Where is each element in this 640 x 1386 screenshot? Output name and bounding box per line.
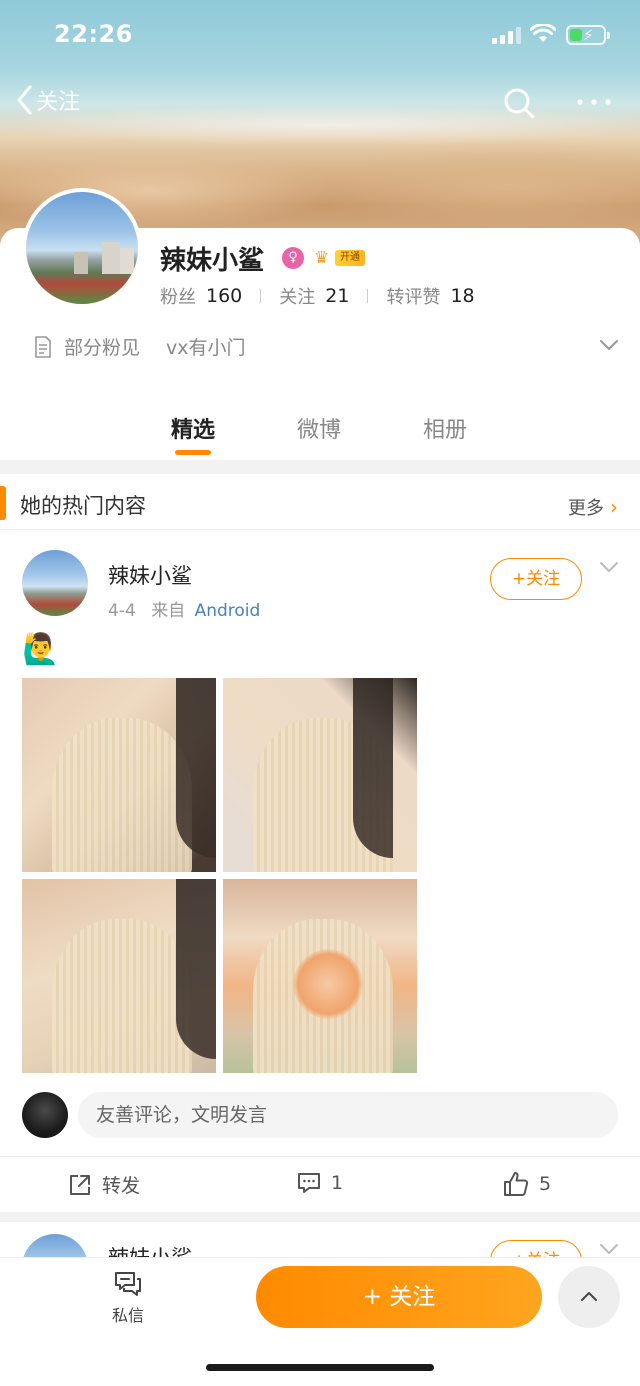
battery-icon: ⚡ bbox=[566, 25, 610, 45]
post-source-prefix: 来自 bbox=[151, 601, 186, 621]
profile-name: 辣妹小鲨 bbox=[160, 246, 265, 276]
stat-following-value[interactable]: 21 bbox=[325, 285, 349, 307]
comment-icon bbox=[298, 1173, 320, 1193]
tab-weibo[interactable]: 微博 bbox=[297, 412, 341, 444]
chevron-right-icon: › bbox=[610, 495, 618, 519]
post-photo[interactable] bbox=[223, 879, 417, 1073]
user-avatar bbox=[22, 1092, 68, 1138]
chevron-down-icon[interactable] bbox=[599, 338, 619, 352]
profile-tabs: 精选 微博 相册 bbox=[0, 406, 640, 458]
post-avatar[interactable] bbox=[22, 550, 88, 616]
follow-button[interactable]: +关注 bbox=[490, 558, 582, 600]
post-meta: 4-4 来自 Android bbox=[108, 596, 260, 621]
stat-interactions-label: 转评赞 bbox=[386, 287, 441, 308]
accent-bar bbox=[0, 486, 6, 520]
stat-fans-label[interactable]: 粉丝 bbox=[160, 283, 196, 309]
like-count: 5 bbox=[539, 1173, 552, 1195]
follow-main-button[interactable]: + 关注 bbox=[256, 1266, 542, 1328]
divider bbox=[367, 289, 369, 303]
section-divider bbox=[0, 460, 640, 474]
post-source[interactable]: Android bbox=[195, 601, 261, 621]
section-divider bbox=[0, 1212, 640, 1222]
post-actions: 转发 1 5 bbox=[0, 1156, 640, 1212]
scroll-top-button[interactable] bbox=[558, 1266, 620, 1328]
share-icon bbox=[70, 1174, 90, 1195]
signal-icon bbox=[492, 26, 521, 44]
more-link[interactable]: 更多 › bbox=[568, 494, 618, 520]
tab-indicator bbox=[175, 450, 211, 455]
repost-label: 转发 bbox=[102, 1175, 141, 1197]
status-bar: 22:26 ⚡ bbox=[0, 0, 640, 70]
profile-avatar[interactable] bbox=[22, 188, 142, 308]
vip-badge[interactable]: ♛ 开通 bbox=[314, 248, 365, 268]
post-photo[interactable] bbox=[22, 678, 216, 872]
post-author[interactable]: 辣妹小鲨 bbox=[108, 560, 192, 590]
more-label: 更多 bbox=[568, 498, 604, 519]
hot-content-title: 她的热门内容 bbox=[20, 494, 146, 518]
bio-text: vx有小门 bbox=[166, 337, 246, 359]
stat-fans-value[interactable]: 160 bbox=[206, 285, 242, 307]
stat-following-label[interactable]: 关注 bbox=[279, 283, 315, 309]
more-icon[interactable] bbox=[574, 92, 614, 112]
chevron-down-icon[interactable] bbox=[599, 560, 619, 574]
like-button[interactable]: 5 bbox=[503, 1171, 551, 1197]
status-time: 22:26 bbox=[54, 20, 133, 48]
message-label: 私信 bbox=[111, 1306, 144, 1325]
chevron-down-icon[interactable] bbox=[599, 1242, 619, 1256]
back-button[interactable]: 关注 bbox=[16, 84, 80, 116]
profile-stats: 粉丝 160 关注 21 转评赞 18 bbox=[160, 283, 475, 309]
vip-label: 开通 bbox=[335, 250, 365, 266]
post-photo[interactable] bbox=[223, 678, 417, 872]
divider bbox=[260, 289, 262, 303]
comment-count: 1 bbox=[331, 1172, 344, 1194]
wifi-icon bbox=[530, 24, 556, 42]
bottom-bar: 私信 + 关注 bbox=[0, 1258, 640, 1386]
message-button[interactable]: 私信 bbox=[106, 1270, 150, 1326]
tab-album[interactable]: 相册 bbox=[423, 412, 467, 444]
search-icon[interactable] bbox=[502, 86, 536, 120]
stat-interactions-value: 18 bbox=[450, 285, 475, 307]
profile-description: 部分粉见 vx有小门 bbox=[34, 333, 246, 360]
document-icon bbox=[35, 335, 51, 358]
repost-button[interactable]: 转发 bbox=[68, 1171, 140, 1198]
tab-featured[interactable]: 精选 bbox=[171, 412, 215, 444]
female-icon: ♀ bbox=[282, 247, 304, 269]
post-date: 4-4 bbox=[108, 601, 136, 621]
home-indicator bbox=[206, 1364, 434, 1371]
hot-content-header: 她的热门内容 更多 › bbox=[0, 474, 640, 530]
thumbs-up-icon bbox=[504, 1172, 529, 1196]
crown-icon: ♛ bbox=[314, 248, 330, 268]
comment-input[interactable]: 友善评论，文明发言 bbox=[78, 1092, 618, 1138]
chevron-up-icon bbox=[581, 1292, 597, 1301]
post-emoji: 🙋‍♂️ bbox=[22, 632, 60, 667]
post-photo[interactable] bbox=[22, 879, 216, 1073]
visibility-label: 部分粉见 bbox=[64, 337, 141, 359]
chevron-left-icon bbox=[17, 85, 32, 115]
comment-button[interactable]: 1 bbox=[297, 1171, 343, 1195]
nav-bar: 关注 bbox=[0, 78, 640, 128]
message-icon bbox=[115, 1272, 141, 1296]
back-label: 关注 bbox=[36, 90, 81, 115]
